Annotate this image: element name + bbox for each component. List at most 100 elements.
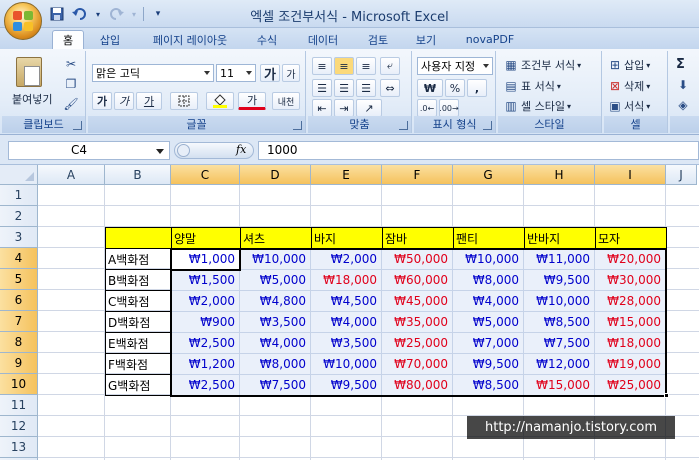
- store-name-cell[interactable]: B백화점: [105, 270, 172, 291]
- row-header-7[interactable]: 7: [0, 311, 38, 332]
- column-header-g[interactable]: G: [453, 165, 524, 185]
- value-cell[interactable]: ₩25,000: [595, 375, 666, 396]
- value-cell[interactable]: ₩900: [171, 312, 240, 333]
- value-cell[interactable]: ₩15,000: [524, 375, 595, 396]
- italic-button[interactable]: 가: [114, 92, 134, 110]
- tab-page-layout[interactable]: 페이지 레이아웃: [138, 30, 242, 49]
- value-cell[interactable]: ₩7,500: [240, 375, 311, 396]
- header-cell[interactable]: 셔츠: [240, 227, 312, 249]
- value-cell[interactable]: ₩18,000: [595, 333, 666, 354]
- value-cell[interactable]: ₩8,000: [453, 270, 524, 291]
- insert-cells-button[interactable]: ⊞ 삽입 ▾: [608, 57, 650, 73]
- store-name-cell[interactable]: F백화점: [105, 354, 172, 375]
- comma-button[interactable]: ,: [467, 79, 487, 97]
- store-name-cell[interactable]: E백화점: [105, 333, 172, 354]
- value-cell[interactable]: ₩8,500: [524, 312, 595, 333]
- format-as-table-button[interactable]: ▤ 표 서식 ▾: [504, 78, 561, 94]
- value-cell[interactable]: ₩4,800: [240, 291, 311, 312]
- value-cell[interactable]: ₩18,000: [311, 270, 382, 291]
- tab-home[interactable]: 홈: [52, 30, 84, 49]
- header-cell[interactable]: 바지: [311, 227, 383, 249]
- cut-icon[interactable]: ✂: [64, 57, 78, 71]
- value-cell[interactable]: ₩60,000: [382, 270, 453, 291]
- font-color-button[interactable]: 가: [238, 92, 266, 110]
- copy-icon[interactable]: ❐: [64, 77, 78, 91]
- value-cell[interactable]: ₩7,000: [453, 333, 524, 354]
- shrink-font-button[interactable]: 가: [282, 64, 300, 82]
- header-corner-cell[interactable]: [105, 227, 172, 249]
- value-cell[interactable]: ₩9,500: [453, 354, 524, 375]
- tab-insert[interactable]: 삽입: [90, 30, 130, 49]
- alignment-launcher-icon[interactable]: [399, 121, 408, 130]
- formula-input[interactable]: 1000: [258, 141, 699, 160]
- value-cell[interactable]: ₩10,000: [524, 291, 595, 312]
- align-middle-button[interactable]: ≡: [334, 57, 354, 75]
- column-header-d[interactable]: D: [240, 165, 311, 185]
- align-right-button[interactable]: ☰: [356, 79, 376, 97]
- store-name-cell[interactable]: D백화점: [105, 312, 172, 333]
- tab-formulas[interactable]: 수식: [248, 30, 286, 49]
- conditional-formatting-button[interactable]: ▦ 조건부 서식 ▾: [504, 57, 581, 73]
- value-cell[interactable]: ₩10,000: [311, 354, 382, 375]
- value-cell[interactable]: ₩8,500: [453, 375, 524, 396]
- row-header-5[interactable]: 5: [0, 269, 38, 290]
- value-cell[interactable]: ₩45,000: [382, 291, 453, 312]
- decrease-indent-button[interactable]: ⇤: [312, 99, 332, 117]
- value-cell[interactable]: ₩19,000: [595, 354, 666, 375]
- value-cell[interactable]: ₩5,000: [240, 270, 311, 291]
- orientation-button[interactable]: ↗: [356, 99, 382, 117]
- row-header-3[interactable]: 3: [0, 227, 38, 248]
- value-cell[interactable]: ₩15,000: [595, 312, 666, 333]
- decrease-decimal-button[interactable]: .00→: [439, 99, 459, 117]
- delete-cells-button[interactable]: ⊠ 삭제 ▾: [608, 78, 650, 94]
- row-header-6[interactable]: 6: [0, 290, 38, 311]
- currency-button[interactable]: ₩: [417, 79, 443, 97]
- value-cell[interactable]: ₩3,500: [240, 312, 311, 333]
- value-cell[interactable]: ₩2,000: [311, 249, 382, 270]
- number-format-select[interactable]: 사용자 지정: [417, 57, 493, 75]
- fill-color-button[interactable]: [206, 92, 234, 110]
- row-header-2[interactable]: 2: [0, 206, 38, 227]
- value-cell[interactable]: ₩70,000: [382, 354, 453, 375]
- align-top-button[interactable]: ≡: [312, 57, 332, 75]
- value-cell[interactable]: ₩2,000: [171, 291, 240, 312]
- value-cell[interactable]: ₩7,500: [524, 333, 595, 354]
- column-header-h[interactable]: H: [524, 165, 595, 185]
- value-cell[interactable]: ₩2,500: [171, 333, 240, 354]
- number-launcher-icon[interactable]: [483, 121, 492, 130]
- header-cell[interactable]: 잠바: [382, 227, 454, 249]
- value-cell[interactable]: ₩80,000: [382, 375, 453, 396]
- row-header-10[interactable]: 10: [0, 374, 38, 395]
- value-cell[interactable]: ₩4,000: [453, 291, 524, 312]
- autosum-button[interactable]: Σ: [676, 57, 685, 72]
- increase-decimal-button[interactable]: .0←: [417, 99, 437, 117]
- bold-button[interactable]: 가: [92, 92, 112, 110]
- column-header-c[interactable]: C: [171, 165, 240, 185]
- row-header-13[interactable]: 13: [0, 437, 38, 458]
- store-name-cell[interactable]: G백화점: [105, 375, 172, 396]
- font-name-select[interactable]: 맑은 고딕: [92, 64, 214, 82]
- column-header-i[interactable]: I: [595, 165, 666, 185]
- value-cell[interactable]: ₩1,200: [171, 354, 240, 375]
- value-cell[interactable]: ₩8,000: [240, 354, 311, 375]
- row-header-9[interactable]: 9: [0, 353, 38, 374]
- name-box[interactable]: C4: [8, 141, 170, 160]
- align-left-button[interactable]: ☰: [312, 79, 332, 97]
- paste-icon[interactable]: [16, 57, 42, 87]
- row-header-11[interactable]: 11: [0, 395, 38, 416]
- value-cell[interactable]: ₩5,000: [453, 312, 524, 333]
- value-cell[interactable]: ₩1,000: [171, 249, 240, 270]
- value-cell[interactable]: ₩28,000: [595, 291, 666, 312]
- value-cell[interactable]: ₩3,500: [311, 333, 382, 354]
- fill-handle[interactable]: [664, 393, 669, 398]
- row-header-4[interactable]: 4: [0, 248, 38, 269]
- borders-button[interactable]: [170, 92, 198, 110]
- font-launcher-icon[interactable]: [293, 121, 302, 130]
- header-cell[interactable]: 양말: [171, 227, 241, 249]
- phonetic-guide-button[interactable]: 내천: [272, 92, 300, 110]
- column-header-a[interactable]: A: [38, 165, 105, 185]
- tab-data[interactable]: 데이터: [298, 30, 348, 49]
- value-cell[interactable]: ₩50,000: [382, 249, 453, 270]
- value-cell[interactable]: ₩9,500: [524, 270, 595, 291]
- increase-indent-button[interactable]: ⇥: [334, 99, 354, 117]
